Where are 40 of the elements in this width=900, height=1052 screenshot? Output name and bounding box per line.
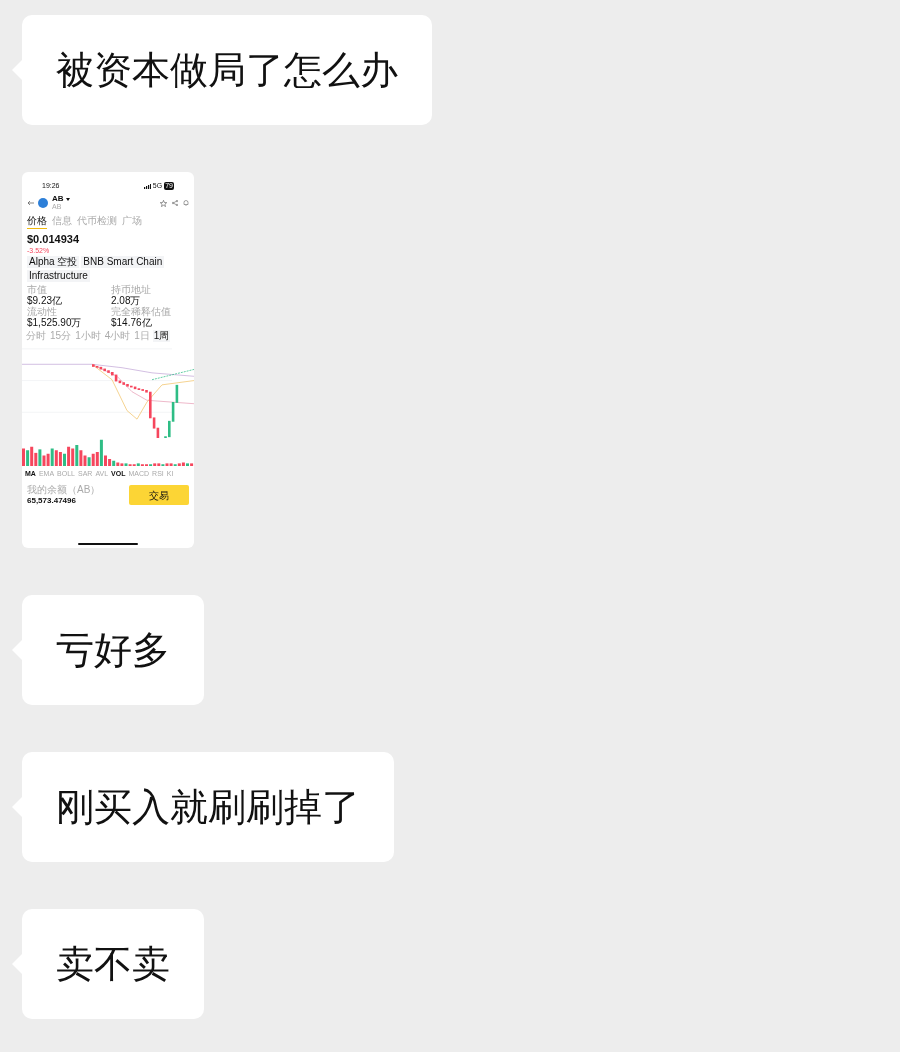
tab[interactable]: 信息 xyxy=(52,214,72,229)
message-bubble: 被资本做局了怎么办 xyxy=(22,15,432,125)
message-bubble: 卖不卖 xyxy=(22,909,204,1019)
stat-value: $9.23亿 xyxy=(27,295,64,306)
stat-value: $14.76亿 xyxy=(111,317,153,328)
tab[interactable]: 价格 xyxy=(27,214,47,229)
home-indicator xyxy=(78,543,138,545)
balance-value: 65,573.47496 xyxy=(27,495,77,506)
tag: BNB Smart Chain xyxy=(81,256,165,268)
star-icon[interactable] xyxy=(160,199,167,207)
timeframe-tab[interactable]: 1小时 xyxy=(74,330,102,342)
tag: Alpha 空投 xyxy=(27,256,80,268)
screenshot-card[interactable] xyxy=(22,172,194,548)
stat-label: 持币地址 xyxy=(111,284,152,295)
tab[interactable]: 广场 xyxy=(122,214,142,229)
timeframe-tab[interactable]: 分时 xyxy=(25,330,47,342)
stat-value: $1,525.90万 xyxy=(27,317,83,328)
signal-icon xyxy=(143,183,151,189)
timeframe-tab[interactable]: 15分 xyxy=(49,330,73,342)
back-arrow-icon[interactable] xyxy=(27,200,34,206)
message-bubble: 刚买入就刷刷掉了 xyxy=(22,752,394,862)
balance-label: 我的余额（AB） xyxy=(27,484,101,495)
stat-value: 2.08万 xyxy=(111,295,141,306)
price: $0.014934 xyxy=(26,232,80,246)
message-bubble: 亏好多 xyxy=(22,595,204,705)
tag: Infrastructure xyxy=(27,270,90,282)
price-line xyxy=(151,369,194,381)
bell-icon[interactable] xyxy=(183,200,189,206)
trade-button[interactable]: 交易 xyxy=(129,485,189,505)
caret-icon[interactable] xyxy=(65,197,70,201)
share-icon[interactable] xyxy=(172,200,178,206)
timeframe-tab[interactable]: 1日 xyxy=(133,330,151,342)
token-logo-icon xyxy=(38,198,48,208)
timeframe-tab[interactable]: 4小时 xyxy=(103,330,132,342)
timeframe-tab[interactable]: 1周 xyxy=(152,330,171,342)
stat-label: 市值 xyxy=(27,284,48,295)
stat-label: 完全稀释估值 xyxy=(111,306,172,317)
token-symbol[interactable]: AB xyxy=(52,195,64,203)
stat-label: 流动性 xyxy=(27,306,58,317)
tab[interactable]: 代币检测 xyxy=(77,214,117,229)
